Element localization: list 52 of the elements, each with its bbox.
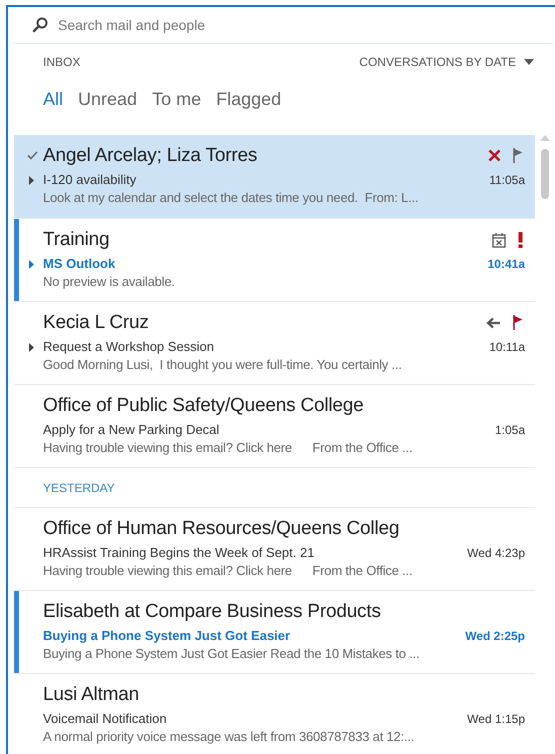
expand-thread-icon[interactable] (29, 343, 34, 352)
check-icon[interactable] (27, 151, 38, 160)
message-preview: Buying a Phone System Just Got Easier Read the 10 Mistakes to ... (43, 645, 420, 663)
message-preview: A normal priority voice message was left from 3608787833 at 12:... (43, 728, 416, 746)
filter-tab[interactable]: Unread (78, 86, 138, 112)
message-preview: Good Morning Lusi, I thought you were full-time. You certainly ... (43, 356, 403, 374)
message-row[interactable]: Elisabeth at Compare Business Products Buying a Phone System Just Got Easier Wed 2:25p Buying a Phone System Just Got Easier Read the 10 Mistakes to ... (14, 590, 535, 673)
search-icon (32, 17, 48, 33)
sender-name: Office of Public Safety/Queens College (43, 394, 364, 418)
subject-line: MS Outlook (43, 255, 116, 274)
sender-name: Kecia L Cruz (43, 311, 149, 335)
subject-line: Voicemail Notification (43, 710, 167, 728)
message-preview: No preview is available. (43, 273, 176, 291)
subject-line: Buying a Phone System Just Got Easier (43, 627, 290, 646)
received-time: Wed 1:15p (467, 711, 525, 728)
caret-icon (524, 59, 534, 65)
subject-line: Request a Workshop Session (43, 338, 214, 356)
expand-thread-icon[interactable] (29, 260, 34, 269)
message-preview: Having trouble viewing this email? Click here From the Office ... (43, 562, 414, 580)
filter-tab[interactable]: Flagged (216, 86, 282, 112)
received-time: 11:05a (489, 172, 525, 189)
filter-tab[interactable]: To me (152, 86, 202, 112)
expand-thread-icon[interactable] (29, 176, 34, 185)
search-field[interactable]: Search mail and people (58, 14, 553, 36)
date-group-header: YESTERDAY (43, 480, 115, 496)
received-time: 1:05a (494, 422, 525, 439)
sender-name: Training (43, 228, 110, 252)
filter-tab[interactable]: All (43, 86, 64, 112)
sender-name: Lusi Altman (43, 683, 140, 707)
scroll-thumb[interactable] (541, 149, 549, 199)
received-time: 10:11a (489, 339, 525, 356)
important-icon (518, 232, 523, 248)
message-preview: Look at my calendar and select the dates time you need. From: L... (43, 189, 420, 207)
received-time: Wed 2:25p (465, 628, 525, 645)
sender-name: Angel Arcelay; Liza Torres (43, 144, 258, 168)
flag-icon[interactable] (513, 315, 523, 330)
reply-arrow-icon (486, 316, 501, 328)
sort-dropdown[interactable]: CONVERSATIONS BY DATE (359, 53, 534, 71)
subject-line: Apply for a New Parking Decal (43, 421, 220, 440)
message-preview: Having trouble viewing this email? Click here From the Office ... (43, 439, 414, 457)
sender-name: Office of Human Resources/Queens Colleg (43, 517, 400, 541)
delete-icon[interactable] (488, 149, 501, 162)
folder-label: INBOX (43, 54, 80, 71)
flag-icon[interactable] (513, 148, 523, 163)
message-row[interactable]: Training MS Outlook 10:41a No preview is available. (14, 218, 535, 301)
subject-line: HRAssist Training Begins the Week of Sept. 21 (43, 544, 314, 562)
calendar-icon (492, 232, 506, 248)
received-time: 10:41a (488, 256, 525, 273)
sender-name: Elisabeth at Compare Business Products (43, 600, 381, 624)
subject-line: I-120 availability (43, 171, 136, 190)
received-time: Wed 4:23p (467, 545, 525, 562)
message-row[interactable]: Angel Arcelay; Liza Torres I-120 availability 11:05a Look at my calendar and select the dates time you need. From: L... (14, 135, 535, 218)
